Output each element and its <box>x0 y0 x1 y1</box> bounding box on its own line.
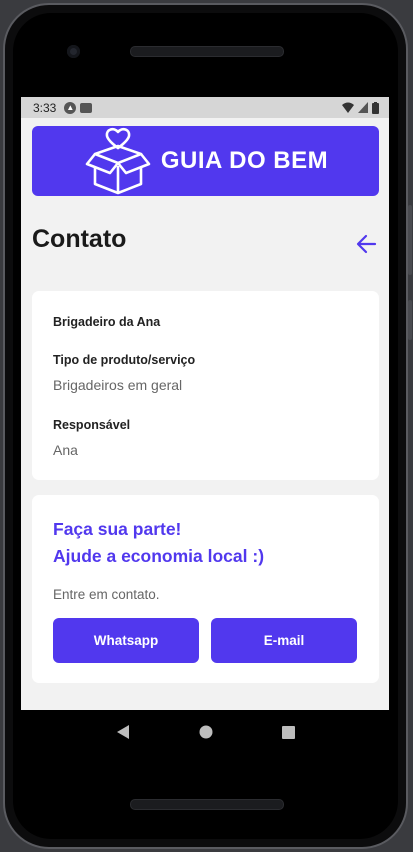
signal-icon <box>358 102 368 113</box>
owner-label: Responsável <box>53 418 131 432</box>
owner-value: Ana <box>53 442 78 458</box>
status-time: 3:33 <box>33 100 57 115</box>
earpiece-speaker <box>130 46 284 57</box>
camera-icon <box>67 45 80 58</box>
mail-icon <box>80 102 93 113</box>
product-value: Brigadeiros em geral <box>53 377 183 393</box>
heart-box-icon <box>85 127 151 195</box>
notification-icon: ▲ <box>64 101 77 114</box>
contact-subtitle: Entre em contato. <box>53 587 160 602</box>
battery-icon <box>372 101 379 114</box>
nav-recents-icon[interactable] <box>281 725 295 739</box>
product-label: Tipo de produto/serviço <box>53 353 196 367</box>
app-title: GUIA DO BEM <box>160 147 329 174</box>
app-header-banner: GUIA DO BEM <box>32 126 379 196</box>
business-name: Brigadeiro da Ana <box>53 315 161 329</box>
nav-home-icon[interactable] <box>199 725 213 739</box>
status-bar: 3:33 ▲ <box>21 97 389 118</box>
cta-headline-1: Faça sua parte! <box>53 519 182 539</box>
page-title: Contato <box>32 225 127 253</box>
cta-headline-2: Ajude a economia local :) <box>53 546 265 566</box>
whatsapp-button[interactable]: Whatsapp <box>53 618 199 663</box>
volume-button[interactable] <box>408 205 412 275</box>
back-arrow-icon[interactable] <box>355 232 379 256</box>
bottom-speaker <box>130 799 284 810</box>
business-details-card: Brigadeiro da Ana Tipo de produto/serviç… <box>32 291 379 480</box>
wifi-icon <box>342 102 354 113</box>
contact-card: Faça sua parte! Ajude a economia local :… <box>32 495 379 683</box>
email-button[interactable]: E-mail <box>211 618 357 663</box>
android-nav-bar <box>21 710 389 754</box>
app-screen: 3:33 ▲ GUIA DO BEM Contato Brigadeiro da… <box>21 97 389 710</box>
nav-back-icon[interactable] <box>116 724 130 740</box>
power-button[interactable] <box>408 300 412 340</box>
